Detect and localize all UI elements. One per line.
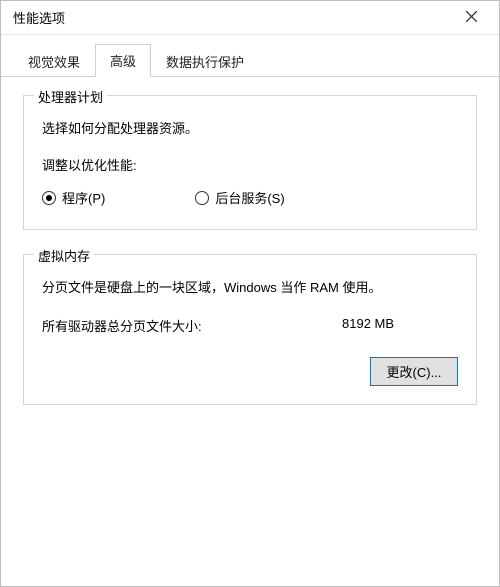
radio-background-services[interactable]: 后台服务(S)	[195, 188, 284, 207]
processor-scheduling-desc: 选择如何分配处理器资源。	[42, 118, 458, 137]
close-icon	[466, 10, 477, 25]
tab-label: 数据执行保护	[166, 55, 244, 70]
radio-label: 后台服务(S)	[215, 188, 284, 207]
vm-total-value: 8192 MB	[342, 316, 458, 335]
content-area: 处理器计划 选择如何分配处理器资源。 调整以优化性能: 程序(P) 后台服务(S…	[1, 77, 499, 586]
button-row: 更改(C)...	[42, 357, 458, 386]
window-title: 性能选项	[13, 8, 451, 27]
radio-programs[interactable]: 程序(P)	[42, 188, 105, 207]
performance-options-window: 性能选项 视觉效果 高级 数据执行保护 处理器计划 选择如何分配处理器资源。 调…	[0, 0, 500, 587]
vm-total-label: 所有驱动器总分页文件大小:	[42, 316, 342, 335]
tab-visual-effects[interactable]: 视觉效果	[13, 45, 95, 77]
tabs: 视觉效果 高级 数据执行保护	[1, 35, 499, 77]
tab-advanced[interactable]: 高级	[95, 44, 151, 77]
change-button[interactable]: 更改(C)...	[370, 357, 458, 386]
radio-row: 程序(P) 后台服务(S)	[42, 188, 458, 207]
virtual-memory-desc: 分页文件是硬盘上的一块区域，Windows 当作 RAM 使用。	[42, 277, 458, 296]
tab-label: 高级	[110, 54, 136, 69]
radio-label: 程序(P)	[62, 188, 105, 207]
group-legend: 处理器计划	[34, 87, 107, 106]
button-label: 更改(C)...	[387, 365, 442, 380]
radio-circle-icon	[42, 191, 56, 205]
titlebar: 性能选项	[1, 1, 499, 35]
processor-scheduling-sublabel: 调整以优化性能:	[42, 155, 458, 174]
close-button[interactable]	[451, 4, 491, 32]
tab-dep[interactable]: 数据执行保护	[151, 45, 259, 77]
group-legend: 虚拟内存	[34, 246, 94, 265]
tab-label: 视觉效果	[28, 55, 80, 70]
radio-circle-icon	[195, 191, 209, 205]
processor-scheduling-group: 处理器计划 选择如何分配处理器资源。 调整以优化性能: 程序(P) 后台服务(S…	[23, 95, 477, 230]
vm-total-row: 所有驱动器总分页文件大小: 8192 MB	[42, 316, 458, 335]
virtual-memory-group: 虚拟内存 分页文件是硬盘上的一块区域，Windows 当作 RAM 使用。 所有…	[23, 254, 477, 405]
